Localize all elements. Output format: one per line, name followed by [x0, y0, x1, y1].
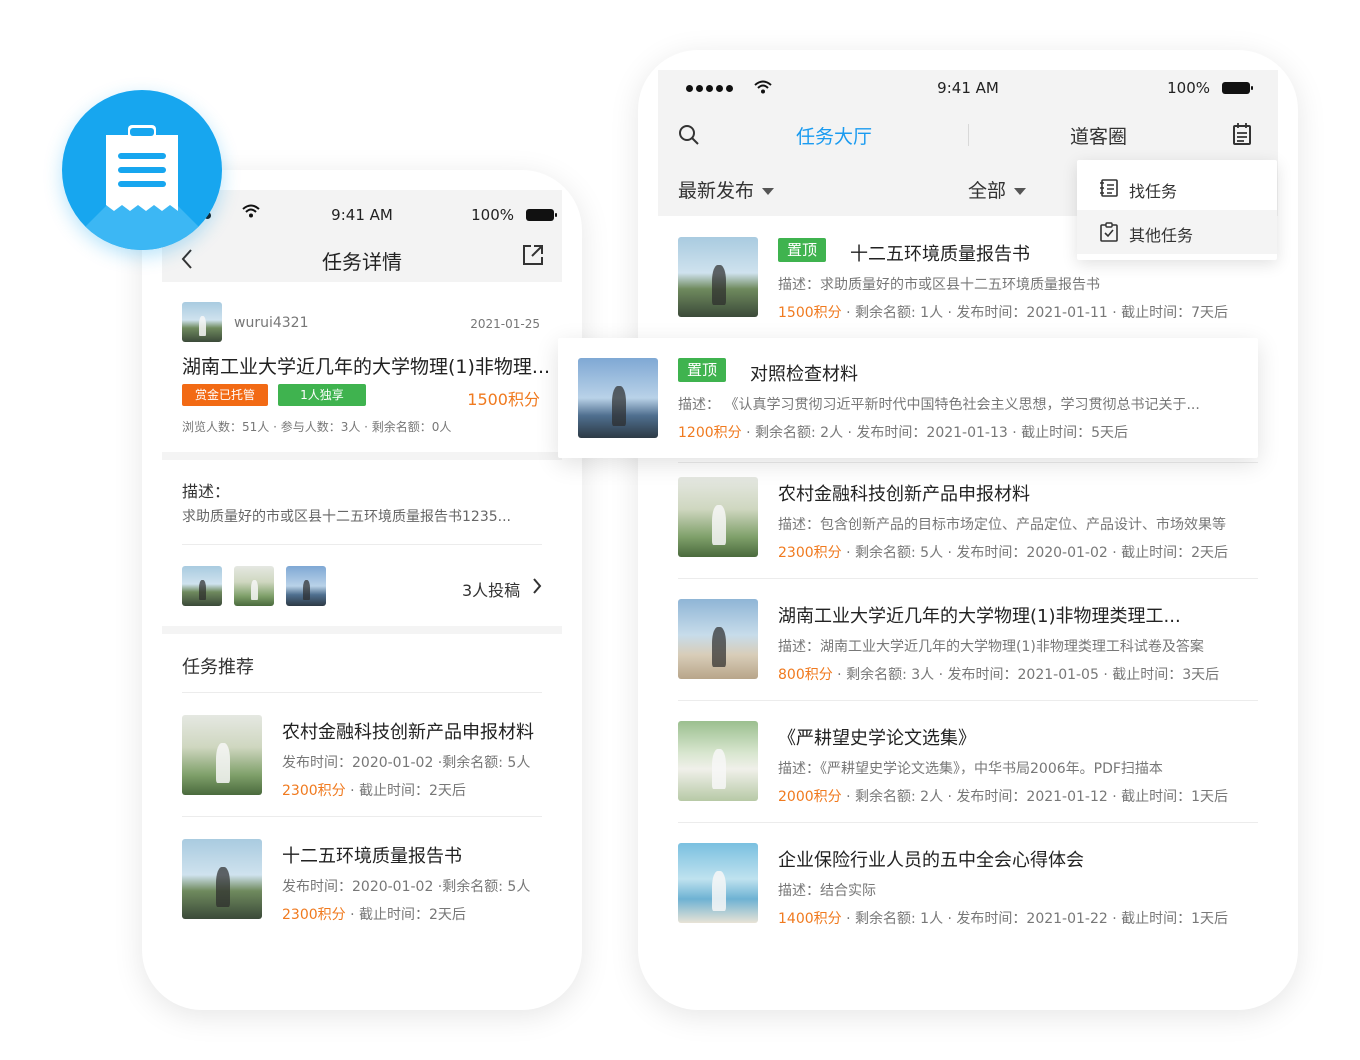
battery-percent: 100% — [1167, 79, 1210, 97]
divider — [182, 692, 542, 693]
section-divider — [162, 626, 562, 634]
item-thumb — [182, 839, 262, 919]
item-meta: 1400积分 · 剩余名额: 1人 · 发布时间：2021-01-22 · 截止… — [778, 911, 1229, 927]
tab-daoke-circle[interactable]: 道客圈 — [1070, 122, 1127, 149]
tab-task-hall[interactable]: 任务大厅 — [796, 122, 872, 149]
divider — [678, 822, 1258, 823]
tab-divider — [968, 124, 969, 146]
pinned-tag: 置顶 — [678, 358, 727, 382]
description-label: 描述： — [182, 482, 231, 501]
caret-down-icon — [762, 188, 775, 195]
recommend-title: 任务推荐 — [182, 657, 254, 678]
divider — [678, 578, 1258, 579]
item-meta: 发布时间：2020-01-02 ·剩余名额: 5人 — [282, 879, 531, 895]
item-title: 十二五环境质量报告书 — [850, 244, 1030, 265]
submission-thumb[interactable] — [234, 566, 274, 606]
item-thumb — [678, 477, 758, 557]
battery-icon — [1222, 82, 1253, 94]
item-desc: 描述：湖南工业大学近几年的大学物理(1)非物理类理工科试卷及答案 — [778, 639, 1204, 655]
menu-item-other-tasks[interactable]: 其他任务 — [1077, 210, 1277, 254]
item-meta: 2000积分 · 剩余名额: 2人 · 发布时间：2021-01-12 · 截止… — [778, 789, 1229, 805]
escrow-tag: 赏金已托管 — [182, 384, 268, 406]
divider — [182, 544, 542, 545]
item-meta: 800积分 · 剩余名额: 3人 · 发布时间：2021-01-05 · 截止时… — [778, 667, 1220, 683]
item-meta: 1500积分 · 剩余名额: 1人 · 发布时间：2021-01-11 · 截止… — [778, 305, 1229, 321]
item-title: 对照检查材料 — [750, 364, 858, 385]
item-thumb — [678, 721, 758, 801]
description-text: 求助质量好的市或区县十二五环境质量报告书1235... — [182, 509, 511, 525]
section-divider — [162, 452, 562, 460]
divider — [678, 700, 1258, 701]
username: wurui4321 — [234, 315, 309, 331]
page-title: 任务详情 — [322, 250, 402, 274]
filter-latest[interactable]: 最新发布 — [678, 176, 775, 203]
item-desc: 描述：包含创新产品的目标市场定位、产品定位、产品设计、市场效果等 — [778, 517, 1226, 533]
list-icon — [1100, 179, 1118, 197]
exclusive-tag: 1人独享 — [278, 384, 366, 406]
item-title: 企业保险行业人员的五中全会心得体会 — [778, 850, 1084, 871]
item-title: 《严耕望史学论文选集》 — [778, 728, 976, 749]
item-thumb — [678, 843, 758, 923]
item-title: 十二五环境质量报告书 — [282, 846, 462, 867]
item-title: 农村金融科技创新产品申报材料 — [282, 722, 534, 743]
item-desc: 描述：结合实际 — [778, 883, 876, 899]
divider — [678, 462, 1258, 463]
item-meta: 发布时间：2020-01-02 ·剩余名额: 5人 — [282, 755, 531, 771]
clipboard-icon — [106, 125, 178, 211]
task-date: 2021-01-25 — [470, 317, 540, 331]
item-thumb — [578, 358, 658, 438]
item-footer: 2300积分 · 截止时间：2天后 — [282, 783, 466, 799]
item-desc: 描述：求助质量好的市或区县十二五环境质量报告书 — [778, 277, 1100, 293]
task-points: 1500积分 — [467, 390, 540, 409]
item-meta: 1200积分 · 剩余名额: 2人 · 发布时间：2021-01-13 · 截止… — [678, 425, 1129, 441]
item-desc: 描述： 《认真学习贯彻习近平新时代中国特色社会主义思想，学习贯彻总书记关于... — [678, 397, 1200, 413]
submission-thumb[interactable] — [286, 566, 326, 606]
submission-thumb[interactable] — [182, 566, 222, 606]
item-title: 农村金融科技创新产品申报材料 — [778, 484, 1030, 505]
calendar-icon[interactable] — [1232, 122, 1252, 146]
battery-icon — [526, 209, 557, 221]
filter-all[interactable]: 全部 — [968, 176, 1027, 203]
battery-percent: 100% — [471, 206, 514, 224]
clipboard-badge — [62, 90, 222, 250]
task-title: 湖南工业大学近几年的大学物理(1)非物理... — [182, 356, 551, 378]
item-title: 湖南工业大学近几年的大学物理(1)非物理类理工... — [778, 606, 1181, 627]
item-meta: 2300积分 · 剩余名额: 5人 · 发布时间：2020-01-02 · 截止… — [778, 545, 1229, 561]
task-stats: 浏览人数：51人 · 参与人数：3人 · 剩余名额：0人 — [182, 420, 452, 434]
item-desc: 描述：《严耕望史学论文选集》，中华书局2006年。PDF扫描本 — [778, 761, 1163, 777]
menu-item-find-task[interactable]: 找任务 — [1077, 166, 1277, 210]
item-thumb — [678, 237, 758, 317]
avatar — [182, 302, 222, 342]
nav-bar: 任务详情 — [162, 240, 562, 282]
task-detail-phone: 9:41 AM 100% 任务详情 wurui4321 2021-01-25 湖… — [142, 170, 582, 1010]
pinned-tag: 置顶 — [778, 238, 827, 262]
item-thumb — [182, 715, 262, 795]
search-icon[interactable] — [678, 124, 700, 146]
submissions-count[interactable]: 3人投稿 — [462, 577, 520, 601]
divider — [182, 816, 542, 817]
item-thumb — [678, 599, 758, 679]
share-icon[interactable] — [522, 244, 544, 266]
item-footer: 2300积分 · 截止时间：2天后 — [282, 907, 466, 923]
caret-down-icon — [1014, 188, 1027, 195]
status-bar: 9:41 AM 100% — [162, 190, 562, 240]
clipboard-check-icon — [1100, 222, 1118, 242]
task-dropdown-menu: 找任务 其他任务 — [1077, 160, 1277, 260]
chevron-right-icon[interactable] — [532, 577, 542, 595]
highlighted-task-card[interactable]: 置顶 对照检查材料 描述： 《认真学习贯彻习近平新时代中国特色社会主义思想，学习… — [558, 338, 1258, 458]
